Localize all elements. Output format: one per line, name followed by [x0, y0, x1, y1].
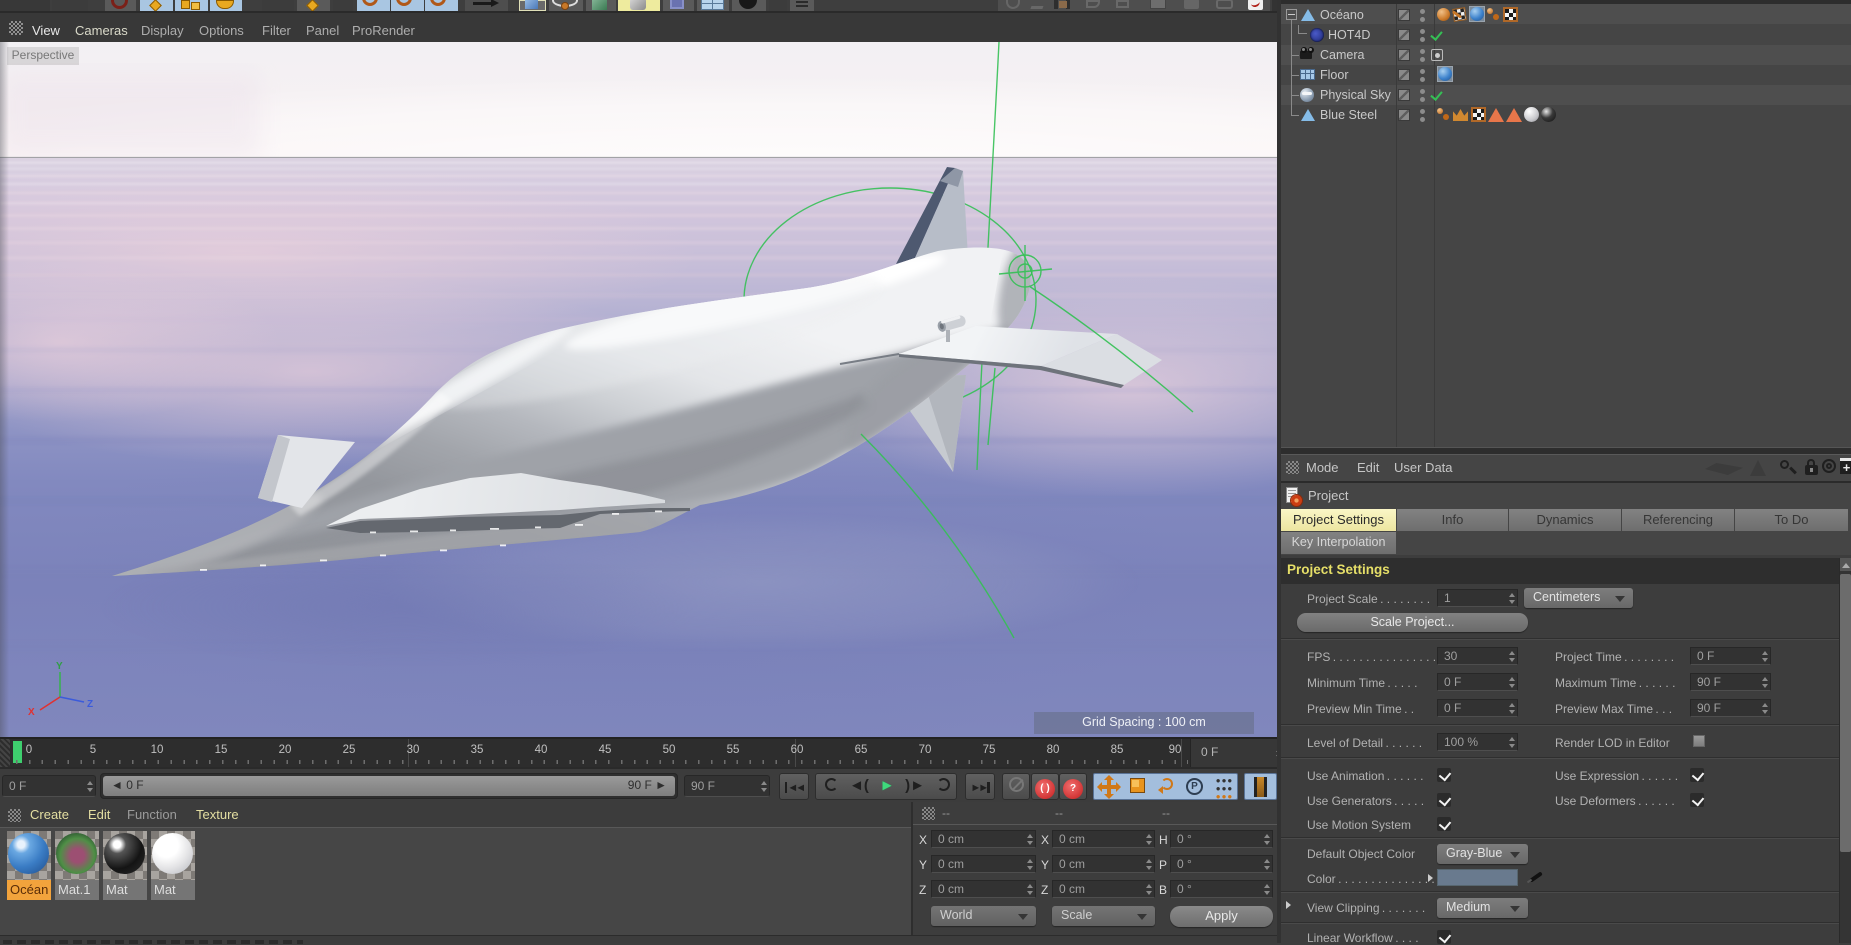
svg-text:Z: Z	[87, 699, 93, 710]
svg-text:X: X	[28, 707, 35, 718]
svg-text:Y: Y	[56, 661, 63, 672]
